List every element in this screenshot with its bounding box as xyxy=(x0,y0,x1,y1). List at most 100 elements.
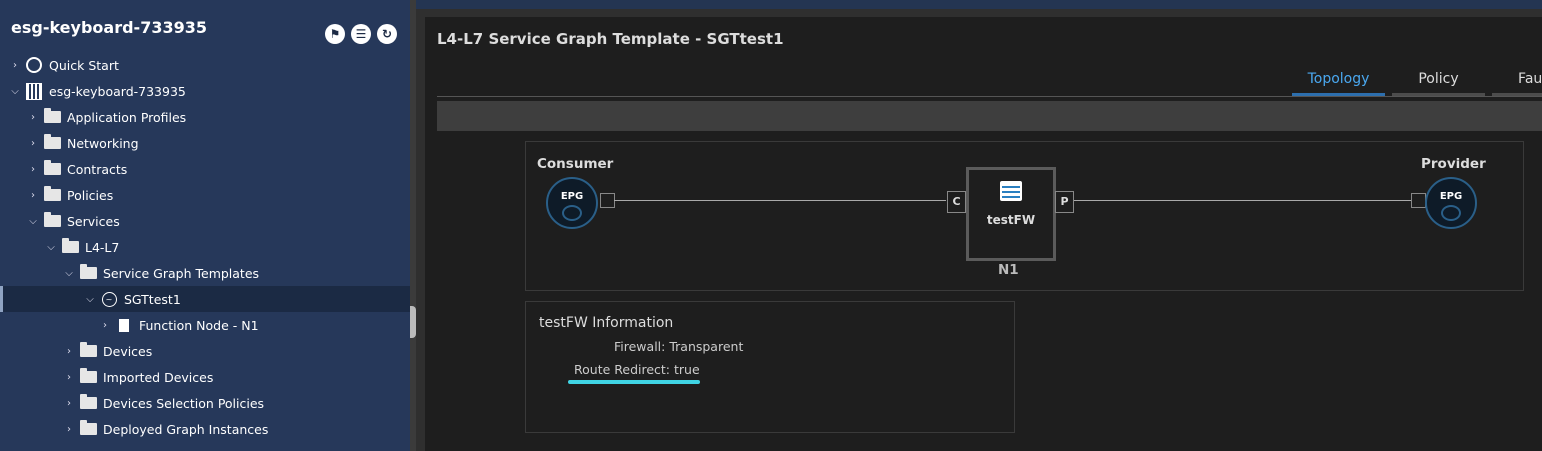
chevron-down-icon[interactable]: ⌵ xyxy=(9,86,21,97)
page-title: L4-L7 Service Graph Template - SGTtest1 xyxy=(437,30,784,48)
chevron-down-icon[interactable]: ⌵ xyxy=(27,216,39,227)
tab-policy[interactable]: Policy xyxy=(1392,71,1485,97)
tree-item-application-profiles[interactable]: › Application Profiles xyxy=(0,104,410,130)
refresh-icon[interactable]: ↻ xyxy=(377,24,397,44)
tab-bar: Topology Policy Faults xyxy=(1292,71,1542,97)
folder-icon xyxy=(79,342,97,358)
tree-item-imported-devices[interactable]: › Imported Devices xyxy=(0,364,410,390)
tree-item-networking[interactable]: › Networking xyxy=(0,130,410,156)
chevron-right-icon[interactable]: › xyxy=(99,320,111,331)
tree-item-esg-keyboard-733935[interactable]: ⌵ esg-keyboard-733935 xyxy=(0,78,410,104)
node-information-panel: testFW Information Firewall: Transparent… xyxy=(525,301,1015,433)
tree-item-service-graph-templates[interactable]: ⌵ Service Graph Templates xyxy=(0,260,410,286)
provider-label: Provider xyxy=(1421,156,1486,172)
consumer-connector[interactable] xyxy=(600,193,615,208)
provider-connector[interactable] xyxy=(1411,193,1426,208)
node-id: N1 xyxy=(998,262,1019,278)
consumer-port[interactable]: C xyxy=(947,191,966,213)
provider-link xyxy=(1074,200,1411,201)
node-name: testFW xyxy=(986,213,1036,227)
folder-icon xyxy=(43,186,61,202)
folder-icon xyxy=(43,160,61,176)
tree-item-label: Function Node - N1 xyxy=(139,317,259,333)
firewall-value: Transparent xyxy=(669,339,744,354)
chevron-right-icon[interactable]: › xyxy=(63,424,75,435)
folder-icon xyxy=(79,394,97,410)
provider-epg-label: EPG xyxy=(1439,191,1463,202)
provider-epg[interactable]: EPG xyxy=(1425,177,1477,229)
folder-icon xyxy=(43,134,61,150)
document-icon xyxy=(115,318,133,332)
building-icon xyxy=(25,82,43,100)
route-redirect-label: Route Redirect: xyxy=(574,362,671,377)
quick-start-icon xyxy=(25,57,43,73)
service-graph-icon: ~ xyxy=(100,291,118,307)
tree-item-contracts[interactable]: › Contracts xyxy=(0,156,410,182)
tree-item-label: Quick Start xyxy=(49,57,119,73)
tree-item-label: L4-L7 xyxy=(85,239,120,255)
tree-item-label: Deployed Graph Instances xyxy=(103,421,269,437)
tree-item-label: Policies xyxy=(67,187,114,203)
tree-item-l4-l7[interactable]: ⌵ L4-L7 xyxy=(0,234,410,260)
sidebar-splitter[interactable] xyxy=(410,0,416,451)
folder-icon xyxy=(79,368,97,384)
main-panel: L4-L7 Service Graph Template - SGTtest1 … xyxy=(425,17,1542,451)
topology-canvas: Consumer Provider EPG C testFW N1 P EPG xyxy=(525,141,1524,291)
tree-item-services[interactable]: ⌵ Services xyxy=(0,208,410,234)
consumer-epg-label: EPG xyxy=(560,191,584,202)
collapse-handle[interactable] xyxy=(410,306,416,338)
function-node[interactable]: testFW xyxy=(966,167,1056,261)
chevron-right-icon[interactable]: › xyxy=(9,60,21,71)
tree-item-sgttest1[interactable]: ⌵ ~ SGTtest1 xyxy=(0,286,410,312)
tab-topology[interactable]: Topology xyxy=(1292,71,1385,97)
tree-item-label: Application Profiles xyxy=(67,109,187,125)
navigation-sidebar: esg-keyboard-733935 ⚑ ☰ ↻ › Quick Start ⌵ e… xyxy=(0,0,410,451)
chevron-right-icon[interactable]: › xyxy=(63,372,75,383)
folder-icon xyxy=(43,108,61,124)
list-filter-icon[interactable]: ☰ xyxy=(351,24,371,44)
chevron-right-icon[interactable]: › xyxy=(27,164,39,175)
flag-icon[interactable]: ⚑ xyxy=(325,24,345,44)
chevron-right-icon[interactable]: › xyxy=(63,346,75,357)
chevron-right-icon[interactable]: › xyxy=(27,138,39,149)
tree-item-devices-selection-policies[interactable]: › Devices Selection Policies xyxy=(0,390,410,416)
tree-item-label: SGTtest1 xyxy=(124,291,181,307)
folder-icon xyxy=(43,212,61,228)
chevron-right-icon[interactable]: › xyxy=(27,112,39,123)
tree-item-devices[interactable]: › Devices xyxy=(0,338,410,364)
tree-item-label: Devices xyxy=(103,343,153,359)
tree-item-label: esg-keyboard-733935 xyxy=(49,83,186,99)
folder-icon xyxy=(61,238,79,254)
sidebar-header-icons: ⚑ ☰ ↻ xyxy=(325,24,397,44)
tenant-title: esg-keyboard-733935 xyxy=(11,18,207,37)
tree-item-quick-start[interactable]: › Quick Start xyxy=(0,52,410,78)
provider-port[interactable]: P xyxy=(1055,191,1074,213)
chevron-down-icon[interactable]: ⌵ xyxy=(84,294,96,305)
route-redirect-row: Route Redirect: true xyxy=(574,362,700,377)
chevron-down-icon[interactable]: ⌵ xyxy=(45,242,57,253)
chevron-right-icon[interactable]: › xyxy=(27,190,39,201)
chevron-right-icon[interactable]: › xyxy=(63,398,75,409)
route-redirect-value: true xyxy=(674,362,700,377)
tree-item-label: Service Graph Templates xyxy=(103,265,260,281)
consumer-link xyxy=(614,200,946,201)
tree-item-function-node-n1[interactable]: › Function Node - N1 xyxy=(0,312,410,338)
tab-faults[interactable]: Faults xyxy=(1492,71,1542,97)
tree-item-label: Imported Devices xyxy=(103,369,214,385)
firewall-icon xyxy=(1000,181,1022,201)
topology-toolbar xyxy=(437,101,1542,131)
info-title: testFW Information xyxy=(539,315,674,331)
epg-icon xyxy=(1441,205,1461,221)
tree-item-label: Contracts xyxy=(67,161,128,177)
tab-divider xyxy=(437,96,1542,97)
highlight-underline xyxy=(568,380,700,384)
folder-icon xyxy=(79,264,97,280)
chevron-down-icon[interactable]: ⌵ xyxy=(63,268,75,279)
consumer-label: Consumer xyxy=(537,156,614,172)
consumer-epg[interactable]: EPG xyxy=(546,177,598,229)
firewall-row: Firewall: Transparent xyxy=(614,339,743,354)
firewall-label: Firewall: xyxy=(614,339,666,354)
tree-item-policies[interactable]: › Policies xyxy=(0,182,410,208)
tree-item-deployed-graph-instances[interactable]: › Deployed Graph Instances xyxy=(0,416,410,442)
epg-icon xyxy=(562,205,582,221)
